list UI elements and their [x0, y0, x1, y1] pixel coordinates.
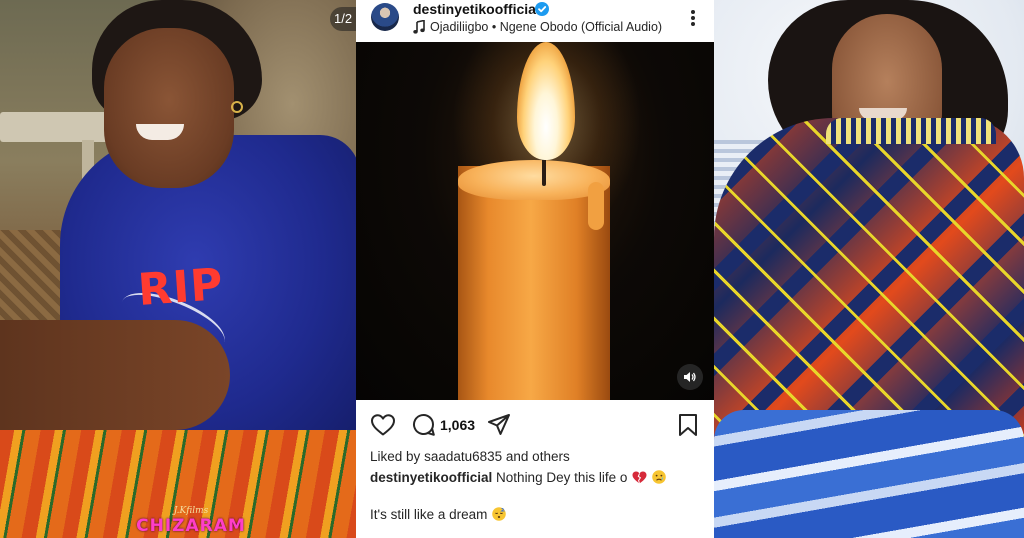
- caption: destinyetikoofficial Nothing Dey this li…: [370, 470, 666, 485]
- sound-on-icon[interactable]: [677, 364, 703, 390]
- broken-heart-icon: [632, 471, 647, 484]
- watermark: J.Kfilms CHIZARAM: [124, 506, 258, 536]
- wax-drip: [588, 182, 604, 230]
- earring: [231, 101, 243, 113]
- more-options-icon[interactable]: [686, 8, 700, 30]
- liked-by-user[interactable]: saadatu6835: [424, 449, 502, 464]
- blue-blanket: [714, 410, 1024, 538]
- bookmark-icon[interactable]: [677, 413, 699, 437]
- share-icon[interactable]: [487, 413, 511, 437]
- liked-by-suffix[interactable]: and others: [506, 449, 570, 464]
- image-counter: 1/2: [330, 7, 356, 31]
- watermark-large: CHIZARAM: [136, 516, 246, 536]
- watermark-small: J.Kfilms: [173, 506, 209, 516]
- liked-by-line: Liked by saadatu6835 and others: [370, 449, 570, 464]
- post-header: destinyetikoofficial Ojadiliigbo • Ngene…: [356, 0, 714, 42]
- caption-text: Nothing Dey this life o: [496, 470, 628, 485]
- background-bench: [0, 112, 120, 142]
- right-photo: [714, 0, 1024, 538]
- caption-line-2-text: It's still like a dream: [370, 507, 488, 522]
- arm: [0, 320, 230, 430]
- caption-username[interactable]: destinyetikoofficial: [370, 470, 492, 485]
- heart-icon[interactable]: [370, 413, 396, 437]
- comment-icon[interactable]: [412, 413, 436, 437]
- post-image[interactable]: [356, 42, 714, 400]
- post-actions: 1,063: [356, 404, 714, 444]
- audio-track[interactable]: Ojadiliigbo • Ngene Obodo (Official Audi…: [430, 20, 662, 34]
- music-note-icon: [413, 20, 425, 34]
- verified-badge-icon: [535, 2, 549, 16]
- rip-overlay-text: RIP: [136, 259, 226, 316]
- caption-line-2: It's still like a dream: [370, 507, 506, 522]
- instagram-post: destinyetikoofficial Ojadiliigbo • Ngene…: [356, 0, 714, 538]
- post-username[interactable]: destinyetikoofficial: [413, 1, 540, 17]
- avatar[interactable]: [371, 3, 399, 31]
- left-photo: RIP 1/2 J.Kfilms CHIZARAM: [0, 0, 356, 538]
- wrapper-edge: [826, 118, 996, 144]
- sleeping-face-icon: [492, 507, 506, 521]
- face: [104, 28, 234, 188]
- crying-face-icon: [652, 470, 666, 484]
- liked-by-prefix: Liked by: [370, 449, 421, 464]
- patterned-wrapper: [714, 118, 1024, 448]
- comment-count: 1,063: [440, 417, 476, 433]
